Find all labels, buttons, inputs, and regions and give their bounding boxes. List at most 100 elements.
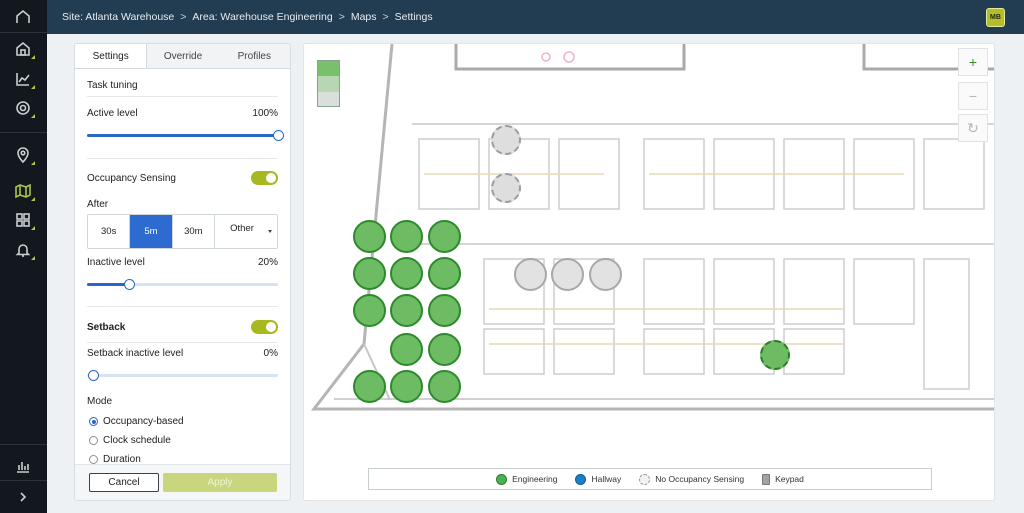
slider-thumb[interactable]: [273, 130, 284, 141]
home-icon[interactable]: [14, 8, 32, 26]
fixture-engineering[interactable]: [390, 294, 423, 327]
after-option-30m[interactable]: 30m: [173, 215, 215, 248]
panel-tabs: Settings Override Profiles: [75, 44, 290, 69]
legend-label: No Occupancy Sensing: [655, 474, 745, 484]
legend-label: Hallway: [591, 474, 622, 484]
breadcrumb-separator: >: [382, 11, 389, 23]
legend-keypad: Keypad: [762, 473, 804, 485]
slider-thumb[interactable]: [124, 279, 136, 290]
fixture-keypad[interactable]: [551, 258, 584, 291]
mode-label: Mode: [87, 396, 113, 407]
no-sensing-marker-icon: [639, 473, 651, 485]
fixture-engineering[interactable]: [428, 294, 461, 327]
cancel-button[interactable]: Cancel: [89, 473, 159, 492]
inactive-level-value: 20%: [257, 257, 278, 268]
after-option-5m[interactable]: 5m: [130, 215, 173, 248]
engineering-marker-icon: [496, 473, 508, 485]
task-tuning-label: Task tuning: [87, 80, 138, 91]
setback-row: Setback: [87, 320, 278, 334]
level-swatch: [317, 60, 340, 107]
fixture-engineering-no-sensing[interactable]: [760, 340, 790, 370]
tab-settings[interactable]: Settings: [75, 44, 148, 68]
chevron-down-icon: [267, 230, 272, 233]
fixture-engineering[interactable]: [390, 220, 423, 253]
breadcrumb-site[interactable]: Site: Atlanta Warehouse: [62, 11, 174, 23]
setback-inactive-row: Setback inactive level 0%: [87, 348, 278, 359]
setback-toggle[interactable]: [251, 320, 278, 334]
mode-option-occupancy[interactable]: Occupancy-based: [89, 416, 184, 427]
occupancy-toggle[interactable]: [251, 171, 278, 185]
after-selector: 30s 5m 30m Other: [87, 214, 278, 249]
occupancy-row: Occupancy Sensing: [87, 171, 278, 185]
fixture-engineering[interactable]: [390, 257, 423, 290]
analytics-icon[interactable]: [14, 70, 35, 89]
legend-hallway: Hallway: [575, 473, 622, 485]
zoom-out-button[interactable]: −: [958, 82, 988, 110]
setback-inactive-slider[interactable]: [87, 370, 278, 381]
map-legend: Engineering Hallway No Occupancy Sensing…: [368, 468, 932, 490]
fixture-keypad[interactable]: [589, 258, 622, 291]
setback-inactive-value: 0%: [263, 348, 278, 359]
bell-icon[interactable]: [14, 241, 35, 260]
setback-label: Setback: [87, 321, 126, 333]
after-option-other[interactable]: Other: [215, 215, 277, 248]
fixture-engineering[interactable]: [353, 294, 386, 327]
radio-selected-icon: [89, 417, 98, 426]
after-option-30s[interactable]: 30s: [88, 215, 131, 248]
top-bar: Site: Atlanta Warehouse > Area: Warehous…: [47, 0, 1024, 34]
breadcrumb-settings: Settings: [394, 11, 433, 23]
settings-icon[interactable]: [14, 99, 35, 118]
breadcrumb-separator: >: [338, 11, 345, 23]
active-level-slider[interactable]: [87, 130, 284, 141]
keypad-marker-icon: [762, 473, 771, 485]
mode-option-label: Occupancy-based: [103, 416, 184, 427]
active-level-value: 100%: [252, 108, 278, 119]
apply-button[interactable]: Apply: [163, 473, 277, 492]
legend-label: Engineering: [512, 474, 558, 484]
fixture-engineering[interactable]: [390, 333, 423, 366]
breadcrumb-separator: >: [180, 11, 187, 23]
grid-icon[interactable]: [14, 211, 35, 230]
after-row: After: [87, 199, 278, 210]
tab-override[interactable]: Override: [147, 44, 219, 68]
floor-map[interactable]: + − ↻ Engineering Hallway No Occupancy S…: [303, 43, 995, 501]
dashboard-icon[interactable]: [14, 40, 35, 59]
breadcrumb-maps[interactable]: Maps: [351, 11, 377, 23]
fixture-engineering[interactable]: [428, 333, 461, 366]
location-icon[interactable]: [14, 146, 35, 165]
breadcrumb-area[interactable]: Area: Warehouse Engineering: [192, 11, 332, 23]
tab-profiles[interactable]: Profiles: [218, 44, 290, 68]
map-icon[interactable]: [14, 182, 35, 201]
mode-option-clock[interactable]: Clock schedule: [89, 435, 171, 446]
occupancy-label: Occupancy Sensing: [87, 172, 176, 184]
legend-engineering: Engineering: [496, 473, 558, 485]
inactive-level-row: Inactive level 20%: [87, 257, 278, 268]
bar-chart-icon[interactable]: [14, 457, 32, 475]
fixture-engineering[interactable]: [353, 370, 386, 403]
active-level-label: Active level: [87, 108, 138, 119]
reset-view-button[interactable]: ↻: [958, 114, 988, 142]
fixture-engineering[interactable]: [428, 220, 461, 253]
settings-panel: Settings Override Profiles Task tuning A…: [74, 43, 291, 501]
legend-label: Keypad: [775, 474, 804, 484]
fixture-no-sensing[interactable]: [491, 173, 521, 203]
inactive-level-label: Inactive level: [87, 257, 145, 268]
side-nav: [0, 0, 47, 513]
fixture-engineering[interactable]: [390, 370, 423, 403]
task-tuning-heading: Task tuning: [87, 80, 278, 91]
slider-thumb[interactable]: [87, 370, 99, 381]
fixture-keypad[interactable]: [514, 258, 547, 291]
hallway-marker-icon: [575, 473, 587, 485]
expand-icon[interactable]: [14, 488, 32, 506]
radio-icon: [89, 436, 98, 445]
zoom-in-button[interactable]: +: [958, 48, 988, 76]
radio-icon: [89, 455, 98, 464]
fixture-engineering[interactable]: [428, 257, 461, 290]
avatar[interactable]: MB: [986, 8, 1005, 27]
fixture-engineering[interactable]: [353, 220, 386, 253]
fixture-engineering[interactable]: [353, 257, 386, 290]
inactive-level-slider[interactable]: [87, 279, 278, 290]
fixture-engineering[interactable]: [428, 370, 461, 403]
legend-no-occupancy: No Occupancy Sensing: [639, 473, 745, 485]
fixture-no-sensing[interactable]: [491, 125, 521, 155]
